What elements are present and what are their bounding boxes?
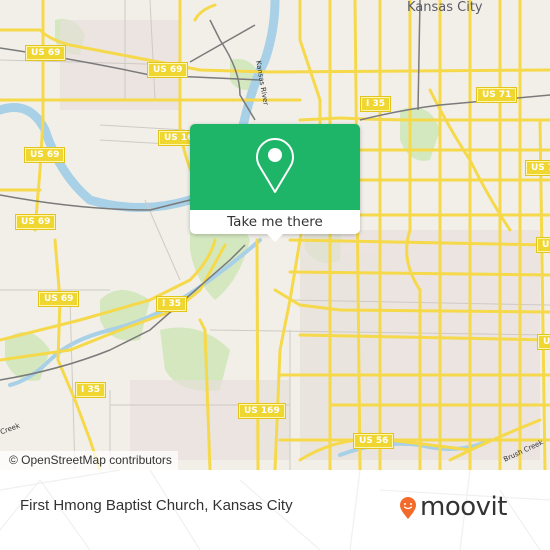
footer: First Hmong Baptist Church, Kansas City … xyxy=(0,470,550,550)
route-shield: I 35 xyxy=(157,297,187,311)
route-shield: US 71 xyxy=(526,161,550,175)
map-pin-icon xyxy=(256,138,294,193)
route-shield: US 69 xyxy=(148,63,188,77)
map-attribution[interactable]: © OpenStreetMap contributors xyxy=(0,451,178,470)
take-me-there-button[interactable]: Take me there xyxy=(190,210,360,234)
route-shield: US 71 xyxy=(477,88,517,102)
route-shield: US 71 xyxy=(537,238,550,252)
popup-pointer xyxy=(266,233,284,242)
route-shield: US 69 xyxy=(16,215,56,229)
route-shield: US 71 xyxy=(538,335,550,349)
place-name: First Hmong Baptist Church, Kansas City xyxy=(20,497,293,514)
route-shield: I 35 xyxy=(361,97,391,111)
city-label: Kansas City xyxy=(407,0,483,15)
moovit-pin-icon xyxy=(400,497,416,519)
route-shield: US 169 xyxy=(239,404,285,418)
route-shield: US 69 xyxy=(26,46,66,60)
route-shield: I 35 xyxy=(76,383,106,397)
route-shield: US 69 xyxy=(25,148,65,162)
route-shield: US 69 xyxy=(39,292,79,306)
location-popup: Take me there xyxy=(190,124,360,234)
moovit-logo[interactable]: moovit xyxy=(399,492,507,524)
brand-name: moovit xyxy=(420,492,507,522)
popup-header xyxy=(190,124,360,210)
route-shield: US 56 xyxy=(354,434,394,448)
